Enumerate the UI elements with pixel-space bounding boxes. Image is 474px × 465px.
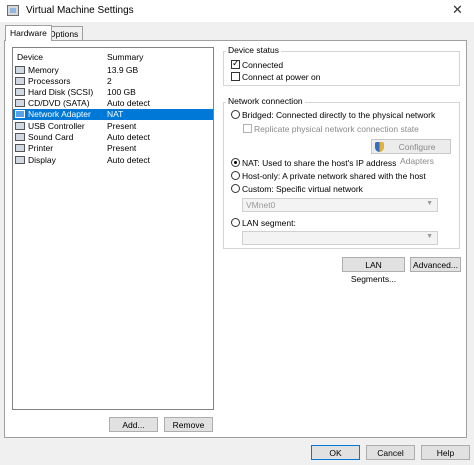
connect-at-power-on-checkbox[interactable]: [231, 72, 240, 81]
device-row-display[interactable]: Display Auto detect: [13, 155, 213, 166]
processor-icon: [15, 77, 25, 85]
connected-label[interactable]: Connected: [242, 60, 283, 70]
device-name: Hard Disk (SCSI): [28, 87, 94, 97]
custom-vmnet-dropdown[interactable]: VMnet0 ▼: [242, 198, 438, 212]
device-summary: Auto detect: [107, 132, 151, 142]
device-row-processors[interactable]: Processors 2: [13, 76, 213, 87]
close-icon[interactable]: ✕: [452, 2, 463, 18]
cd-dvd-icon: [15, 99, 25, 107]
device-summary: Auto detect: [107, 98, 151, 108]
device-summary: 13.9 GB: [107, 65, 139, 75]
host-only-radio[interactable]: [231, 171, 240, 180]
display-icon: [15, 156, 25, 164]
device-name: Memory: [28, 65, 59, 75]
connected-checkbox[interactable]: [231, 58, 240, 69]
remove-device-button[interactable]: Remove: [164, 417, 213, 432]
device-name: CD/DVD (SATA): [28, 98, 90, 108]
network-connection-legend: Network connection: [226, 96, 305, 106]
add-device-button[interactable]: Add...: [109, 417, 158, 432]
host-only-label[interactable]: Host-only: A private network shared with…: [242, 171, 426, 181]
device-row-hard-disk[interactable]: Hard Disk (SCSI) 100 GB: [13, 87, 213, 98]
memory-icon: [15, 66, 25, 74]
device-summary: Present: [107, 143, 137, 153]
device-summary: NAT: [107, 109, 124, 119]
device-summary: 2: [107, 76, 112, 86]
device-name: USB Controller: [28, 121, 85, 131]
device-row-usb-controller[interactable]: USB Controller Present: [13, 121, 213, 132]
chevron-down-icon: ▼: [426, 233, 433, 240]
window-title: Virtual Machine Settings: [26, 5, 134, 16]
replicate-state-checkbox[interactable]: [243, 124, 252, 133]
column-header-device[interactable]: Device: [17, 52, 43, 62]
bridged-radio[interactable]: [231, 110, 240, 119]
cancel-button[interactable]: Cancel: [366, 445, 415, 460]
hard-disk-icon: [15, 88, 25, 96]
device-summary: 100 GB: [107, 87, 136, 97]
sound-card-icon: [15, 133, 25, 141]
device-name: Sound Card: [28, 132, 74, 142]
advanced-button[interactable]: Advanced...: [410, 257, 461, 272]
tab-hardware[interactable]: Hardware: [5, 25, 52, 41]
configure-adapters-button[interactable]: Configure Adapters: [371, 139, 451, 166]
lan-segments-button[interactable]: LAN Segments...: [342, 257, 405, 284]
device-summary: Auto detect: [107, 155, 151, 165]
replicate-state-label[interactable]: Replicate physical network connection st…: [254, 124, 419, 134]
device-name: Network Adapter: [28, 109, 91, 119]
custom-vmnet-value: VMnet0: [246, 200, 276, 210]
nat-radio[interactable]: [231, 158, 240, 167]
lan-segment-dropdown[interactable]: ▼: [242, 231, 438, 245]
ok-button[interactable]: OK: [311, 445, 360, 460]
device-name: Display: [28, 155, 56, 165]
lan-segment-radio[interactable]: [231, 218, 240, 227]
device-name: Processors: [28, 76, 71, 86]
network-adapter-icon: [15, 110, 25, 118]
usb-icon: [15, 122, 25, 130]
device-row-memory[interactable]: Memory 13.9 GB: [13, 65, 213, 76]
device-row-network-adapter[interactable]: Network Adapter NAT: [13, 109, 213, 120]
connect-at-power-on-label[interactable]: Connect at power on: [242, 72, 320, 82]
column-header-summary[interactable]: Summary: [107, 52, 143, 62]
custom-radio[interactable]: [231, 184, 240, 193]
device-row-printer[interactable]: Printer Present: [13, 143, 213, 154]
configure-adapters-label: Configure Adapters: [398, 142, 436, 166]
help-button[interactable]: Help: [421, 445, 470, 460]
nat-label[interactable]: NAT: Used to share the host's IP address: [242, 158, 396, 168]
lan-segment-label[interactable]: LAN segment:: [242, 218, 296, 228]
vm-settings-app-icon: [7, 5, 19, 16]
device-status-legend: Device status: [226, 45, 282, 55]
device-row-cd-dvd[interactable]: CD/DVD (SATA) Auto detect: [13, 98, 213, 109]
device-name: Printer: [28, 143, 54, 153]
chevron-down-icon: ▼: [426, 200, 433, 207]
custom-label[interactable]: Custom: Specific virtual network: [242, 184, 363, 194]
device-summary: Present: [107, 121, 137, 131]
bridged-label[interactable]: Bridged: Connected directly to the physi…: [242, 110, 435, 120]
printer-icon: [15, 144, 25, 152]
device-row-sound-card[interactable]: Sound Card Auto detect: [13, 132, 213, 143]
uac-shield-icon: [375, 142, 384, 152]
